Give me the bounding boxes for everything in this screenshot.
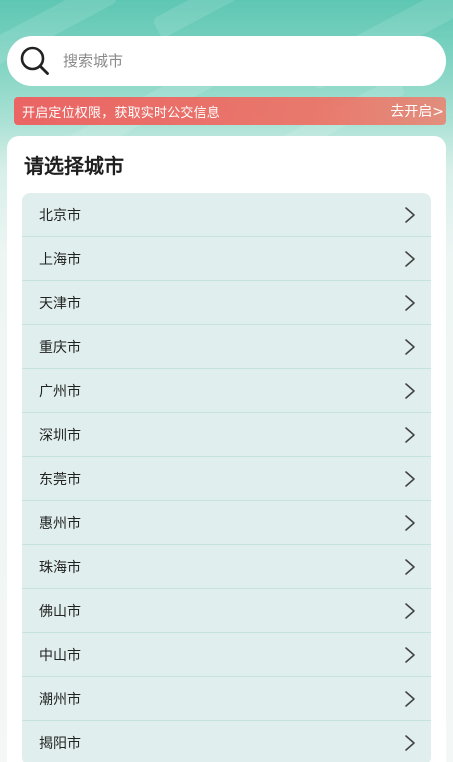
banner-text: 开启定位权限，获取实时公交信息 [22,105,221,121]
chevron-right-icon [405,382,415,399]
city-item-chaozhou[interactable]: 潮州市 [22,677,431,721]
city-name: 潮州市 [39,691,81,708]
chevron-right-icon [405,470,415,487]
search-icon [20,46,49,75]
chevron-right-icon [405,690,415,707]
enable-location-button[interactable]: 去开启> [390,101,444,121]
chevron-right-icon [405,558,415,575]
city-item-shanghai[interactable]: 上海市 [22,237,431,281]
city-name: 北京市 [39,207,81,224]
city-list: 北京市 上海市 天津市 重庆市 广州市 深圳市 东莞市 惠州市 珠海市 佛山市 … [22,193,431,762]
chevron-right-icon [405,646,415,663]
city-item-tianjin[interactable]: 天津市 [22,281,431,325]
city-item-shenzhen[interactable]: 深圳市 [22,413,431,457]
city-item-foshan[interactable]: 佛山市 [22,589,431,633]
city-item-zhuhai[interactable]: 珠海市 [22,545,431,589]
city-name: 上海市 [39,251,81,268]
location-permission-banner[interactable]: 开启定位权限，获取实时公交信息 去开启> [14,97,446,125]
search-bar[interactable] [7,36,446,86]
chevron-right-icon [405,734,415,751]
city-name: 揭阳市 [39,735,81,752]
city-name: 重庆市 [39,339,81,356]
city-name: 中山市 [39,647,81,664]
city-item-huizhou[interactable]: 惠州市 [22,501,431,545]
city-item-jieyang[interactable]: 揭阳市 [22,721,431,762]
city-name: 惠州市 [39,515,81,532]
chevron-right-icon [405,426,415,443]
chevron-right-icon [405,206,415,223]
chevron-right-icon [405,338,415,355]
search-input[interactable] [61,45,425,77]
chevron-right-icon [405,250,415,267]
chevron-right-icon [405,514,415,531]
panel-title: 请选择城市 [24,154,124,178]
city-item-guangzhou[interactable]: 广州市 [22,369,431,413]
city-name: 天津市 [39,295,81,312]
city-item-chongqing[interactable]: 重庆市 [22,325,431,369]
city-item-dongguan[interactable]: 东莞市 [22,457,431,501]
city-name: 广州市 [39,383,81,400]
city-name: 深圳市 [39,427,81,444]
city-item-zhongshan[interactable]: 中山市 [22,633,431,677]
city-selection-panel: 请选择城市 北京市 上海市 天津市 重庆市 广州市 深圳市 东莞市 惠州市 珠海… [7,136,446,762]
chevron-right-icon [405,602,415,619]
city-name: 珠海市 [39,559,81,576]
chevron-right-icon [405,294,415,311]
city-name: 东莞市 [39,471,81,488]
city-name: 佛山市 [39,603,81,620]
city-item-beijing[interactable]: 北京市 [22,193,431,237]
